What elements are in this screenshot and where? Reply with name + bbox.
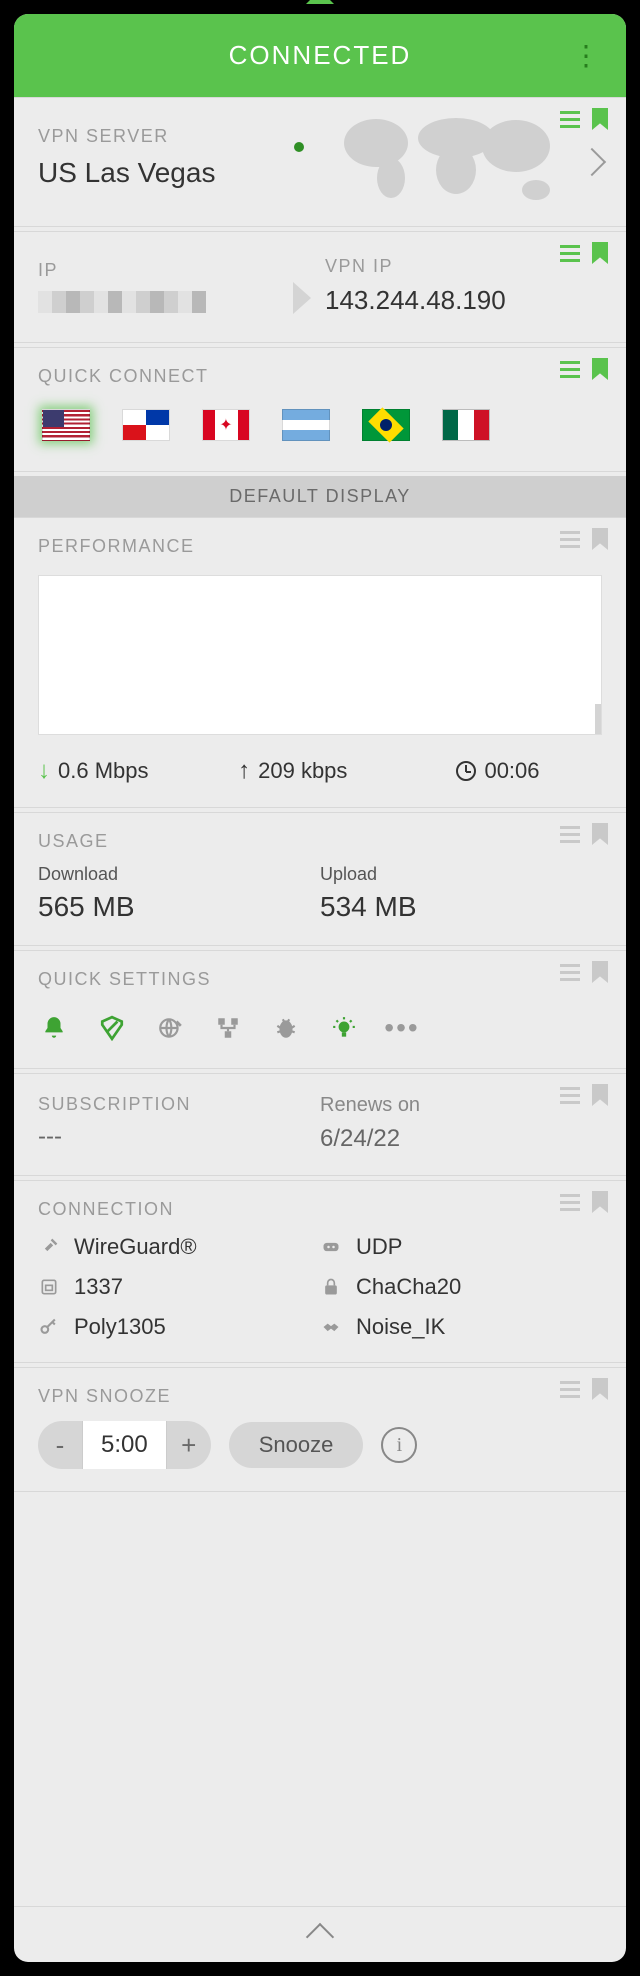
connection-auth: Poly1305 (74, 1314, 166, 1340)
flag-ca[interactable]: ✦ (202, 409, 250, 441)
shield-icon[interactable] (98, 1014, 126, 1042)
arrow-right-icon (293, 282, 311, 314)
snooze-value[interactable]: 5:00 (82, 1421, 167, 1469)
download-speed: 0.6 Mbps (58, 758, 149, 784)
usage-label: USAGE (38, 831, 602, 852)
snooze-button[interactable]: Snooze (229, 1422, 364, 1468)
renews-date: 6/24/22 (320, 1125, 602, 1153)
performance-tile: PERFORMANCE ↓ 0.6 Mbps ↑ 209 kbps 00:06 (14, 517, 626, 808)
flag-mx[interactable] (442, 409, 490, 441)
bookmark-icon[interactable] (592, 1191, 608, 1213)
list-icon[interactable] (560, 1194, 580, 1211)
snooze-increment[interactable]: + (167, 1430, 211, 1461)
quick-settings-tile: QUICK SETTINGS (14, 950, 626, 1069)
vpn-ip-value: 143.244.48.190 (325, 285, 602, 316)
upload-label: Upload (320, 864, 602, 885)
flag-pa[interactable] (122, 409, 170, 441)
clock-icon (456, 761, 476, 781)
flag-us[interactable] (42, 409, 90, 441)
ip-tile: IP VPN IP 143.244.48.190 (14, 231, 626, 343)
subscription-plan: --- (38, 1123, 320, 1151)
vpn-server-tile[interactable]: VPN SERVER US Las Vegas (14, 97, 626, 227)
download-value: 565 MB (38, 891, 320, 923)
download-arrow-icon: ↓ (38, 757, 50, 785)
handshake-icon (320, 1316, 342, 1338)
flag-br[interactable] (362, 409, 410, 441)
upload-value: 534 MB (320, 891, 602, 923)
bookmark-icon[interactable] (592, 961, 608, 983)
globe-icon[interactable] (156, 1014, 184, 1042)
list-icon[interactable] (560, 531, 580, 548)
server-location-marker (294, 142, 304, 152)
connection-time: 00:06 (484, 758, 539, 784)
bug-icon[interactable] (272, 1014, 300, 1042)
list-icon[interactable] (560, 361, 580, 378)
snooze-stepper: - 5:00 + (38, 1421, 211, 1469)
connection-handshake: Noise_IK (356, 1314, 445, 1340)
performance-chart (38, 575, 602, 735)
key-icon (38, 1316, 60, 1338)
snooze-label: VPN SNOOZE (38, 1386, 602, 1407)
expand-footer[interactable] (14, 1906, 626, 1962)
download-label: Download (38, 864, 320, 885)
connection-protocol: WireGuard® (74, 1234, 197, 1260)
subscription-tile: SUBSCRIPTION --- Renews on 6/24/22 (14, 1073, 626, 1176)
quick-settings-label: QUICK SETTINGS (38, 969, 602, 990)
network-icon[interactable] (214, 1014, 242, 1042)
list-icon[interactable] (560, 245, 580, 262)
quick-connect-label: QUICK CONNECT (38, 366, 602, 387)
vpn-snooze-tile: VPN SNOOZE - 5:00 + Snooze i (14, 1367, 626, 1492)
quick-connect-tile: QUICK CONNECT ✦ (14, 347, 626, 472)
performance-label: PERFORMANCE (38, 536, 602, 557)
local-ip-redacted (38, 291, 315, 313)
connection-port: 1337 (74, 1274, 123, 1300)
list-icon[interactable] (560, 826, 580, 843)
bookmark-icon[interactable] (592, 242, 608, 264)
lock-icon (320, 1276, 342, 1298)
bell-icon[interactable] (40, 1014, 68, 1042)
bookmark-icon[interactable] (592, 108, 608, 130)
info-icon[interactable]: i (381, 1427, 417, 1463)
ip-label: IP (38, 260, 315, 281)
lightbulb-icon[interactable] (330, 1014, 358, 1042)
connection-cipher: ChaCha20 (356, 1274, 461, 1300)
list-icon[interactable] (560, 1087, 580, 1104)
connection-label: CONNECTION (38, 1199, 602, 1220)
list-icon[interactable] (560, 1381, 580, 1398)
plug-icon (38, 1236, 60, 1258)
bookmark-icon[interactable] (592, 1084, 608, 1106)
status-header: CONNECTED ⋮ (14, 14, 626, 97)
chevron-right-icon[interactable] (586, 148, 602, 176)
connection-transport: UDP (356, 1234, 402, 1260)
subscription-label: SUBSCRIPTION (38, 1094, 320, 1115)
usage-tile: USAGE Download 565 MB Upload 534 MB (14, 812, 626, 946)
kebab-menu-icon[interactable]: ⋮ (572, 52, 600, 60)
bookmark-icon[interactable] (592, 1378, 608, 1400)
status-text: CONNECTED (229, 40, 412, 70)
more-icon[interactable]: ••• (388, 1014, 416, 1042)
connection-tile: CONNECTION WireGuard® UDP 1337 ChaCha20 (14, 1180, 626, 1363)
flag-ar[interactable] (282, 409, 330, 441)
bookmark-icon[interactable] (592, 528, 608, 550)
list-icon[interactable] (560, 964, 580, 981)
default-display-divider: DEFAULT DISPLAY (14, 476, 626, 517)
snooze-decrement[interactable]: - (38, 1430, 82, 1461)
socket-icon (320, 1236, 342, 1258)
upload-speed: 209 kbps (258, 758, 347, 784)
port-icon (38, 1276, 60, 1298)
list-icon[interactable] (560, 111, 580, 128)
chevron-up-icon (306, 1923, 334, 1951)
world-map-icon (336, 108, 566, 218)
bookmark-icon[interactable] (592, 823, 608, 845)
bookmark-icon[interactable] (592, 358, 608, 380)
upload-arrow-icon: ↑ (238, 757, 250, 785)
